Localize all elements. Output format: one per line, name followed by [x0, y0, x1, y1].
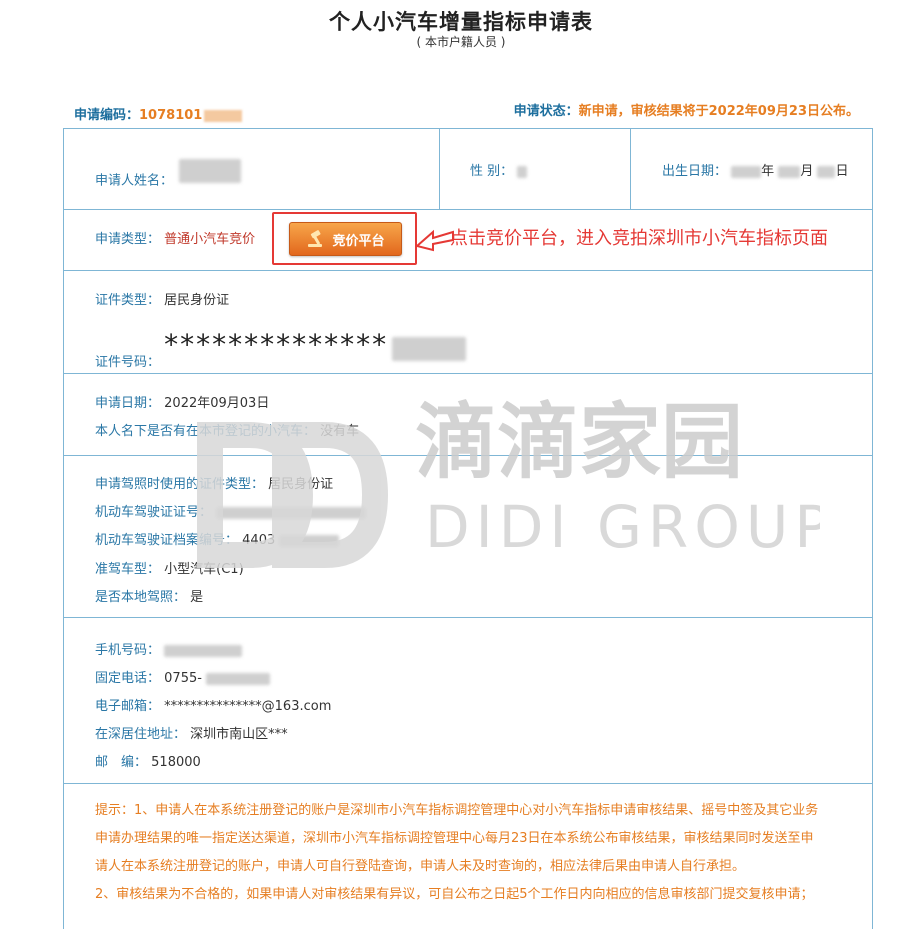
blurred-name [179, 159, 242, 183]
postcode-value: 518000 [151, 755, 201, 770]
car-owned-field: 本人名下是否有在本市登记的小汽车： 没有车 [95, 420, 359, 439]
application-code: 申请编码：1078101 [74, 104, 243, 123]
row-contact: 手机号码： 固定电话： 0755- 电子邮箱： ***************@… [64, 617, 872, 784]
address-field: 在深居住地址： 深圳市南山区*** [95, 723, 288, 742]
annotation-arrow-icon [415, 229, 454, 252]
id-type-value: 居民身份证 [164, 293, 230, 308]
postcode-field: 邮 编： 518000 [95, 751, 201, 770]
local-license-field: 是否本地驾照： 是 [95, 586, 203, 605]
archive-number-field: 机动车驾驶证档案编号： 4403 [95, 529, 340, 548]
blurred-code [204, 109, 243, 122]
local-license-label: 是否本地驾照： [95, 590, 187, 605]
birth-year-suffix: 年 [761, 164, 775, 179]
birth-day-suffix: 日 [835, 164, 849, 179]
address-value: 深圳市南山区*** [190, 727, 288, 742]
application-code-value: 1078101 [139, 108, 203, 123]
archive-number-value: 4403 [242, 533, 276, 548]
blurred-archive-number [279, 534, 340, 547]
license-number-label: 机动车驾驶证证号： [95, 505, 213, 520]
application-status-value: 新申请，审核结果将于2022年09月23日公布。 [578, 104, 859, 119]
blurred-license-number [216, 506, 367, 519]
gavel-icon [308, 230, 323, 247]
birth-month-suffix: 月 [800, 164, 814, 179]
email-field: 电子邮箱： ***************@163.com [95, 695, 331, 714]
gender-field: 性 别： [470, 160, 528, 179]
blurred-birth-day [817, 165, 836, 178]
license-id-type-field: 申请驾照时使用的证件类型： 居民身份证 [95, 473, 333, 492]
mobile-label: 手机号码： [95, 643, 161, 658]
blurred-gender [517, 165, 528, 178]
id-number-value: ************** [164, 328, 389, 361]
application-code-label: 申请编码： [74, 108, 140, 123]
row-id: 证件类型： 居民身份证 证件号码： ************** [64, 270, 872, 374]
vehicle-type-label: 准驾车型： [95, 562, 161, 577]
car-owned-value: 没有车 [320, 424, 360, 439]
license-id-type-label: 申请驾照时使用的证件类型： [95, 477, 265, 492]
phone-value: 0755- [164, 671, 202, 686]
notice-line: 申请办理结果的唯一指定送达渠道，深圳市小汽车指标调控管理中心每月23日在本系统公… [95, 831, 814, 846]
blurred-birth-month [778, 165, 801, 178]
notice-line: 请人在本系统注册登记的账户，申请人可自行登陆查询，申请人未及时查询的，相应法律后… [95, 859, 746, 874]
blurred-id-tail [392, 336, 467, 361]
row-date: 申请日期： 2022年09月03日 本人名下是否有在本市登记的小汽车： 没有车 [64, 373, 872, 456]
address-label: 在深居住地址： [95, 727, 187, 742]
license-id-type-value: 居民身份证 [268, 477, 334, 492]
page-subtitle: ( 本市户籍人员 ) [416, 35, 506, 49]
archive-number-label: 机动车驾驶证档案编号： [95, 533, 239, 548]
row-license: 申请驾照时使用的证件类型： 居民身份证 机动车驾驶证证号： 机动车驾驶证档案编号… [64, 455, 872, 618]
application-date-label: 申请日期： [95, 396, 161, 411]
divider [630, 129, 631, 209]
name-field: 申请人姓名： [95, 159, 242, 193]
vehicle-type-field: 准驾车型： 小型汽车(C1) [95, 558, 244, 577]
bid-platform-label: 竞价平台 [332, 233, 385, 249]
blurred-phone [206, 672, 271, 685]
row-personal: 申请人姓名： 性 别： 出生日期： 年 月 日 [64, 129, 872, 210]
application-status: 申请状态：新申请，审核结果将于2022年09月23日公布。 [514, 100, 859, 119]
local-license-value: 是 [190, 590, 204, 605]
phone-label: 固定电话： [95, 671, 161, 686]
gender-label: 性 别： [470, 164, 514, 179]
birth-field: 出生日期： 年 月 日 [662, 160, 848, 179]
id-type-label: 证件类型： [95, 293, 161, 308]
license-number-field: 机动车驾驶证证号： [95, 501, 367, 520]
postcode-label: 邮 编： [95, 755, 148, 770]
id-number-field: 证件号码： ************** [95, 328, 467, 370]
email-label: 电子邮箱： [95, 699, 161, 714]
blurred-mobile [164, 644, 243, 657]
email-value: ***************@163.com [164, 699, 332, 714]
application-type-field: 申请类型： 普通小汽车竞价 [95, 228, 255, 247]
birth-label: 出生日期： [662, 164, 728, 179]
bid-platform-button[interactable]: 竞价平台 [289, 222, 402, 256]
application-type-value: 普通小汽车竞价 [164, 232, 256, 247]
vehicle-type-value: 小型汽车(C1) [164, 562, 244, 577]
car-owned-label: 本人名下是否有在本市登记的小汽车： [95, 424, 317, 439]
id-number-label: 证件号码： [95, 355, 161, 370]
application-type-label: 申请类型： [95, 232, 161, 247]
application-date-field: 申请日期： 2022年09月03日 [95, 392, 269, 411]
notice-line: 2、审核结果为不合格的，如果申请人对审核结果有异议，可自公布之日起5个工作日内向… [95, 887, 814, 902]
notice-line: 提示：1、申请人在本系统注册登记的账户是深圳市小汽车指标调控管理中心对小汽车指标… [95, 803, 819, 818]
application-status-label: 申请状态： [513, 104, 579, 119]
divider [439, 129, 440, 209]
annotation-text: 点击竞价平台，进入竞拍深圳市小汽车指标页面 [450, 228, 828, 249]
blurred-birth-year [731, 165, 762, 178]
mobile-field: 手机号码： [95, 639, 243, 658]
id-type-field: 证件类型： 居民身份证 [95, 289, 229, 308]
name-label: 申请人姓名： [95, 173, 174, 189]
notice-text: 提示：1、申请人在本系统注册登记的账户是深圳市小汽车指标调控管理中心对小汽车指标… [95, 797, 875, 909]
page-title: 个人小汽车增量指标申请表 [329, 10, 593, 34]
phone-field: 固定电话： 0755- [95, 667, 271, 686]
application-date-value: 2022年09月03日 [164, 396, 270, 411]
